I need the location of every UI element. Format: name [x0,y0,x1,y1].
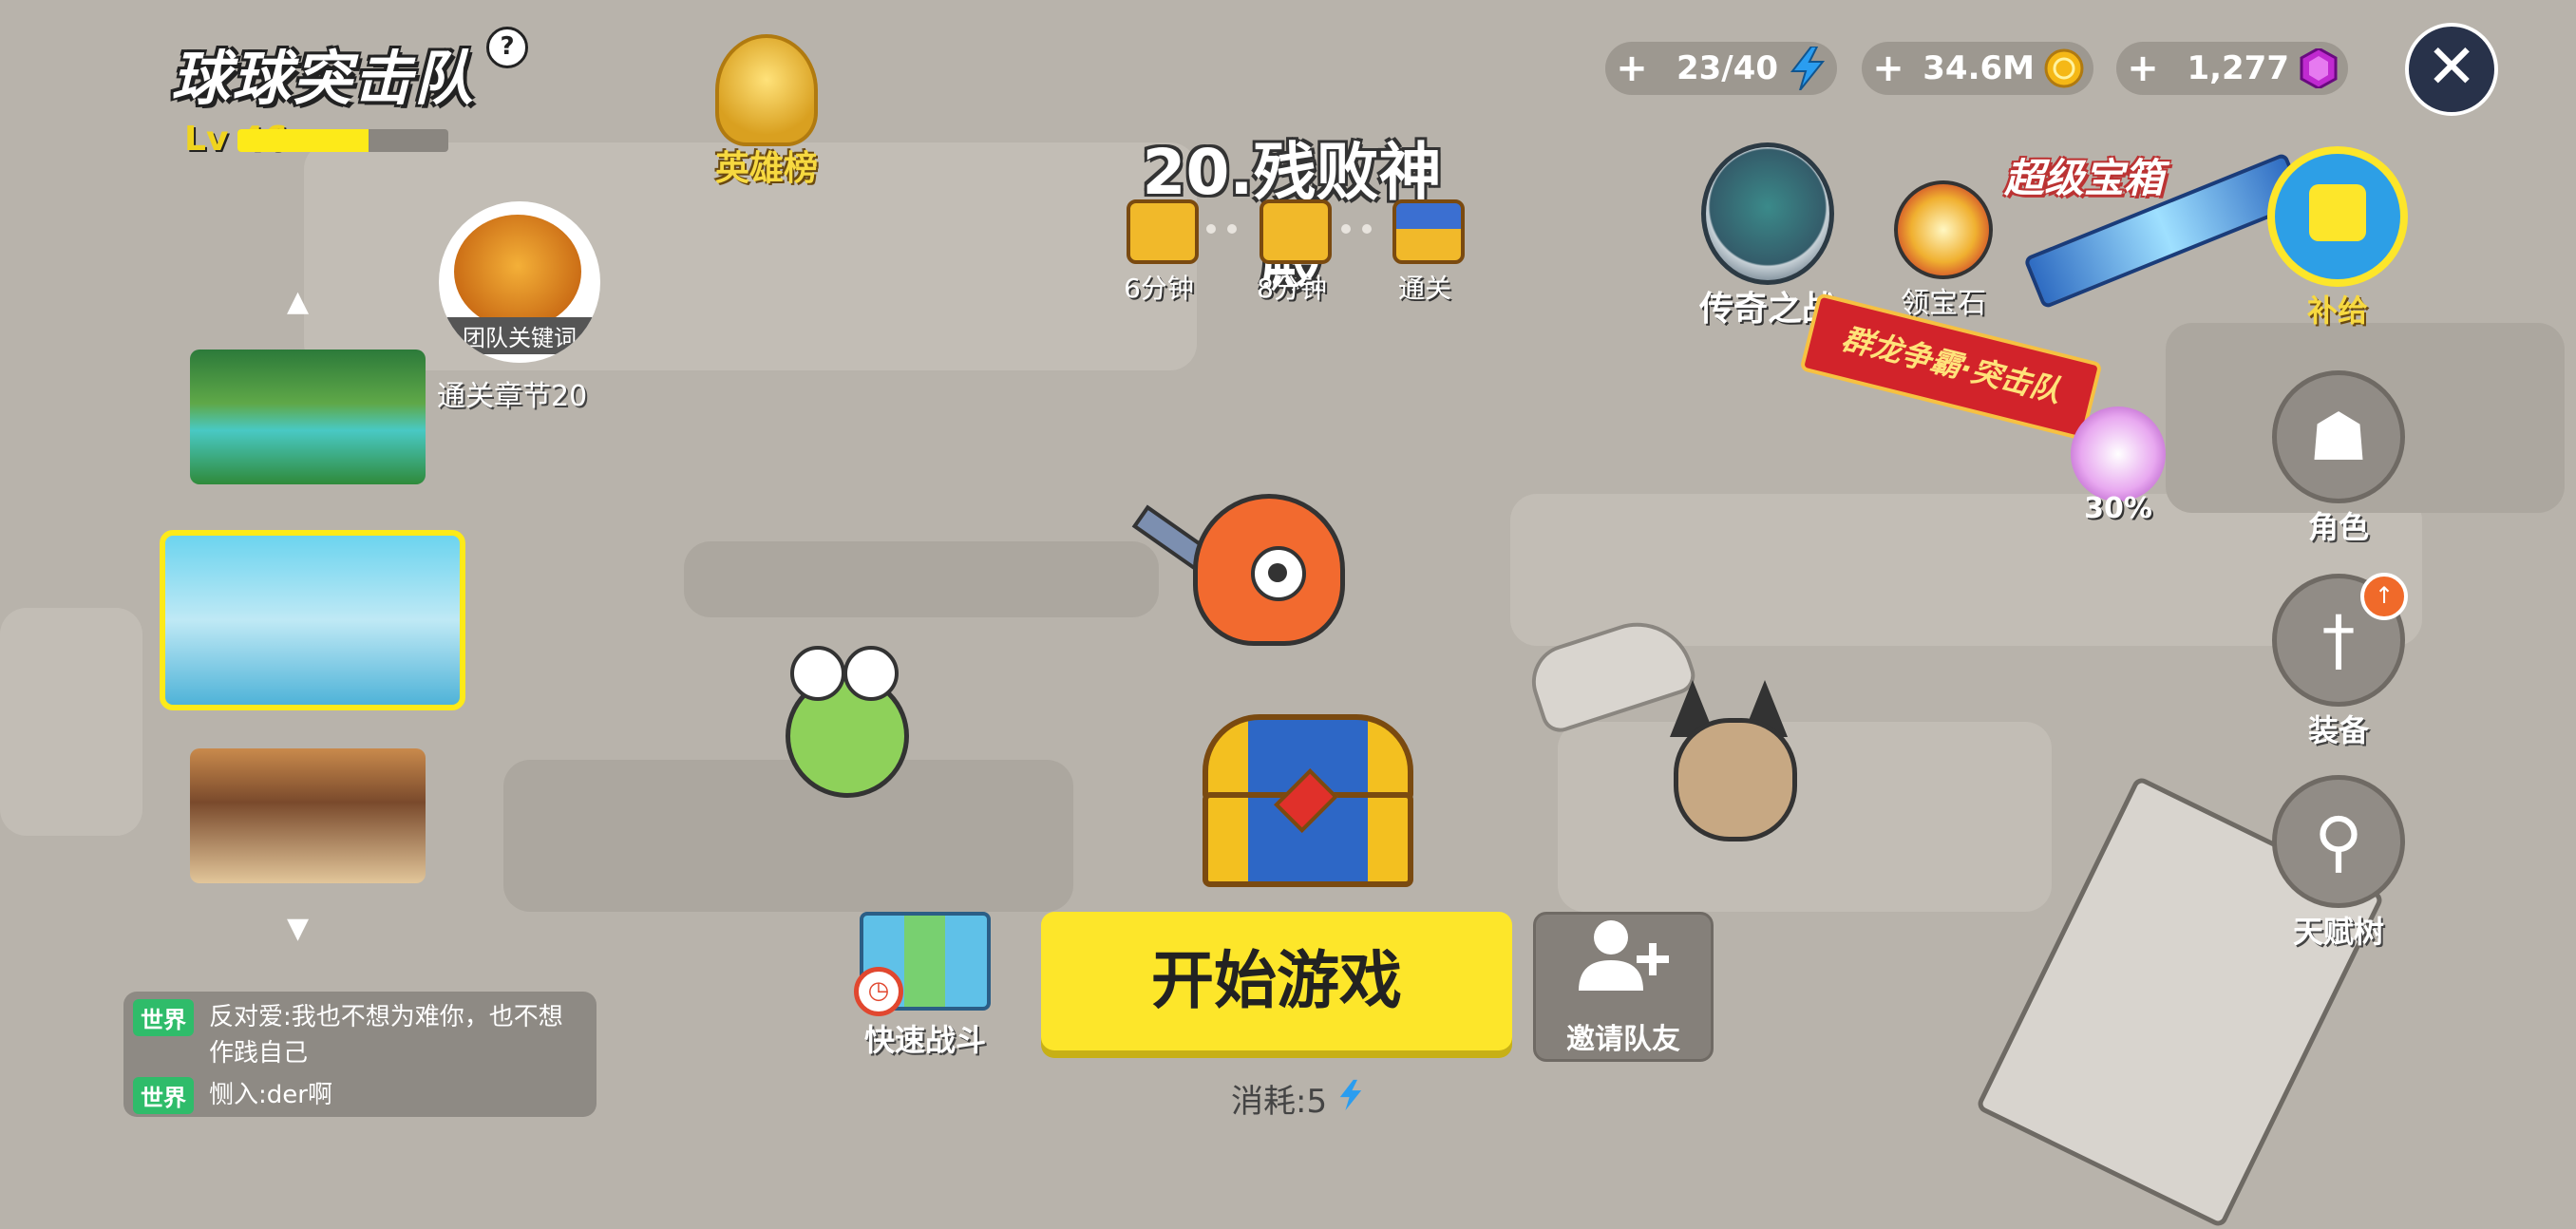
reward-time-label: 8分钟 [1257,273,1327,304]
trophy-icon [715,34,818,146]
frog-eye [843,646,899,701]
progress-dot [1206,224,1216,234]
chat-channel-tag: 世界 [133,999,194,1036]
chat-message: 世界 恻入:der啊 [133,1077,587,1114]
shop-icon [2267,146,2408,287]
talent-tree-label: 天赋树 [2292,914,2384,950]
stage-thumb-waterfall[interactable] [190,350,426,484]
cat-body [1674,718,1797,841]
hero-board-button[interactable]: 英雄榜 [695,34,838,190]
orange-monster-body [1193,494,1345,646]
energy-cost-label: 消耗:5 [1231,1083,1328,1121]
team-key-button[interactable]: 团队关键词 [439,201,600,363]
chat-message-text: 反对爱:我也不想为难你，也不想作践自己 [209,1003,563,1068]
lightning-icon [1786,47,1829,90]
logo-text: 球球突击队 [171,44,476,113]
upgrade-arrow-icon: ↑ [2360,573,2408,620]
super-chest-title: 超级宝箱 [2004,155,2165,201]
progress-dot [1341,224,1351,234]
add-user-icon [1536,915,1711,1015]
treasure-chest[interactable] [1203,714,1413,887]
talent-tree-button[interactable]: ⚲ 天赋树 [2272,775,2405,952]
bg-tile [684,541,1159,617]
team-key-label: 团队关键词 [439,317,600,354]
energy-value: 23/40 [1676,49,1778,87]
game-logo: 球球突击队 [171,21,494,116]
lightning-icon [1337,1079,1364,1121]
clock-icon: ◷ [854,967,903,1016]
gem-reward-icon [1894,180,1993,279]
energy-counter[interactable]: + 23/40 [1605,42,1837,95]
chat-channel-tag: 世界 [133,1077,194,1114]
equipment-button[interactable]: † ↑ 装备 [2272,573,2408,750]
quick-battle-button[interactable]: ◷ 快速战斗 [849,912,1001,1060]
character-icon: ☗ [2272,370,2405,503]
quick-battle-label: 快速战斗 [863,1022,986,1058]
super-chest-banner[interactable]: 超级宝箱 [2004,146,2308,327]
supply-button[interactable]: 补给 [2266,146,2409,331]
close-button[interactable]: ✕ [2405,23,2498,116]
scroll-down-icon[interactable]: ▼ [287,912,309,945]
energy-cost: 消耗:5 [1231,1075,1364,1122]
progress-dot [1362,224,1372,234]
chat-message-text: 恻入:der啊 [209,1081,332,1109]
chest-icon[interactable] [1127,199,1199,264]
stage-thumb-mine[interactable] [190,748,426,883]
gold-counter[interactable]: + 34.6M [1862,42,2093,95]
world-chat-panel[interactable]: 世界 反对爱:我也不想为难你，也不想作践自己 世界 恻入:der啊 [123,992,597,1117]
cat-character [1664,680,1807,841]
key-icon [2071,407,2166,501]
stage-reward-row: 6分钟 8分钟 通关 [1117,199,1468,304]
invite-label: 邀请队友 [1566,1023,1680,1056]
gem-icon [2297,47,2340,90]
chat-message: 世界 反对爱:我也不想为难你，也不想作践自己 [133,999,587,1071]
character-button[interactable]: ☗ 角色 [2272,370,2405,547]
level-progress-fill [237,129,369,152]
talent-tree-icon: ⚲ [2272,775,2405,908]
scroll-up-icon[interactable]: ▲ [287,285,309,318]
star-badge-icon [1701,142,1834,285]
shop-icon-inner [2309,184,2366,241]
monster-pupil [1268,563,1287,582]
reward-time-label: 6分钟 [1124,273,1194,304]
map-icon: ◷ [854,912,991,1016]
invite-teammate-button[interactable]: 邀请队友 [1533,912,1714,1062]
level-progress-bar [237,129,448,152]
key-percent-label: 30% [2084,492,2152,525]
character-label: 角色 [2307,509,2369,545]
frog-eye [790,646,845,701]
hero-board-label: 英雄榜 [714,149,818,188]
equipment-label: 装备 [2307,712,2369,748]
bg-tile [0,608,142,836]
key-progress-button[interactable]: 30% [2065,407,2171,525]
help-button[interactable]: ? [486,27,528,68]
add-gem-icon[interactable]: + [2116,47,2169,90]
chapter-clear-label: 通关章节20 [437,380,588,413]
monster-eye [1251,546,1306,601]
coin-icon [2042,47,2086,90]
chest-icon[interactable] [1260,199,1332,264]
progress-dot [1227,224,1237,234]
gem-counter[interactable]: + 1,277 [2116,42,2348,95]
pumpkin-emblem-icon [454,215,581,329]
orange-monster-character [1184,484,1345,646]
stage-thumb-temple-selected[interactable] [160,530,465,710]
add-energy-icon[interactable]: + [1605,47,1658,90]
clear-chest-icon[interactable] [1392,199,1465,264]
gem-value: 1,277 [2187,49,2289,87]
add-gold-icon[interactable]: + [1862,47,1915,90]
reward-clear-label: 通关 [1397,273,1451,304]
start-game-button[interactable]: 开始游戏 [1041,912,1512,1050]
frog-character [781,646,909,798]
gold-value: 34.6M [1923,49,2035,87]
claim-gem-button[interactable]: 领宝石 [1892,180,1995,321]
supply-label: 补给 [2306,293,2368,329]
sword-icon: † ↑ [2272,573,2408,707]
